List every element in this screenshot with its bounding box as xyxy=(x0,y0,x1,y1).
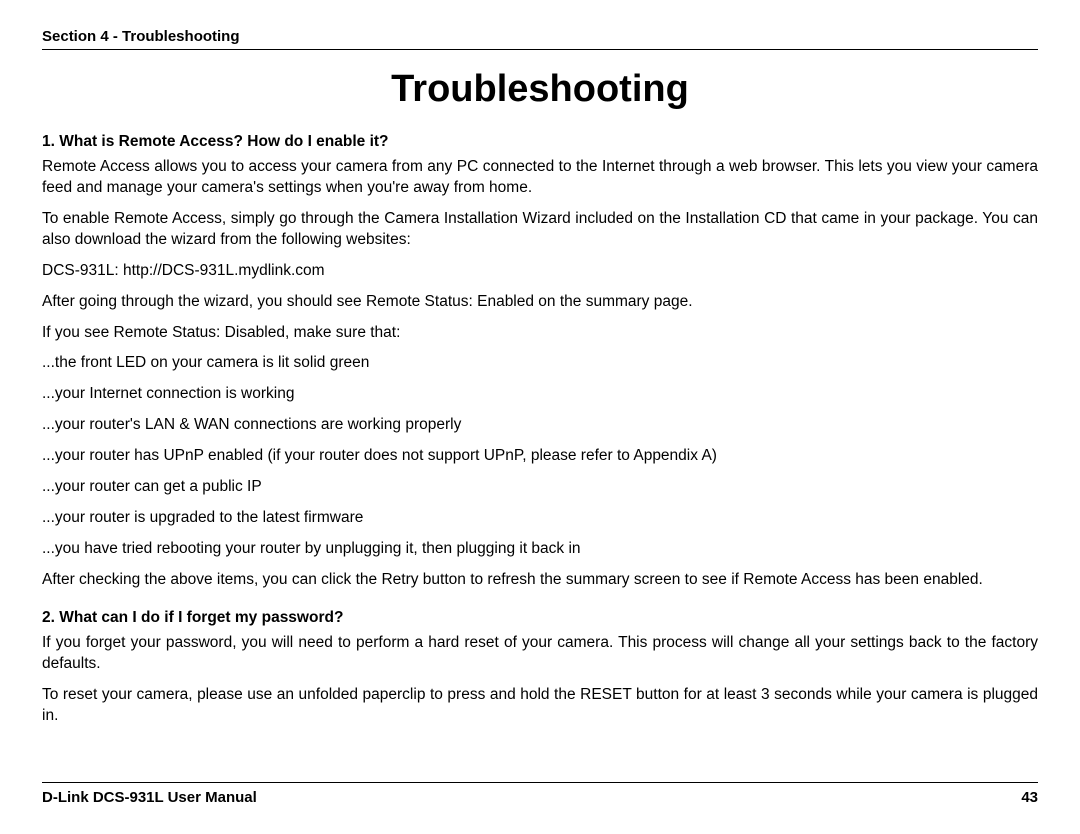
page-title: Troubleshooting xyxy=(42,68,1038,111)
checklist-item: ...your Internet connection is working xyxy=(42,384,1038,405)
checklist-item: ...you have tried rebooting your router … xyxy=(42,539,1038,560)
section-header: Section 4 - Troubleshooting xyxy=(42,28,1038,50)
checklist-item: ...your router is upgraded to the latest… xyxy=(42,508,1038,529)
body-text: To reset your camera, please use an unfo… xyxy=(42,685,1038,727)
footer-manual-title: D-Link DCS-931L User Manual xyxy=(42,789,257,806)
body-text: Remote Access allows you to access your … xyxy=(42,157,1038,199)
checklist-item: ...your router can get a public IP xyxy=(42,477,1038,498)
body-text: DCS-931L: http://DCS-931L.mydlink.com xyxy=(42,261,1038,282)
question-1-heading: 1. What is Remote Access? How do I enabl… xyxy=(42,133,1038,151)
footer-page-number: 43 xyxy=(1021,789,1038,806)
body-text: After checking the above items, you can … xyxy=(42,570,1038,591)
body-text: If you forget your password, you will ne… xyxy=(42,633,1038,675)
checklist-item: ...your router's LAN & WAN connections a… xyxy=(42,415,1038,436)
checklist-item: ...the front LED on your camera is lit s… xyxy=(42,353,1038,374)
checklist-item: ...your router has UPnP enabled (if your… xyxy=(42,446,1038,467)
body-text: After going through the wizard, you shou… xyxy=(42,292,1038,313)
body-text: If you see Remote Status: Disabled, make… xyxy=(42,323,1038,344)
page-footer: D-Link DCS-931L User Manual 43 xyxy=(42,782,1038,806)
question-2-heading: 2. What can I do if I forget my password… xyxy=(42,609,1038,627)
body-text: To enable Remote Access, simply go throu… xyxy=(42,209,1038,251)
